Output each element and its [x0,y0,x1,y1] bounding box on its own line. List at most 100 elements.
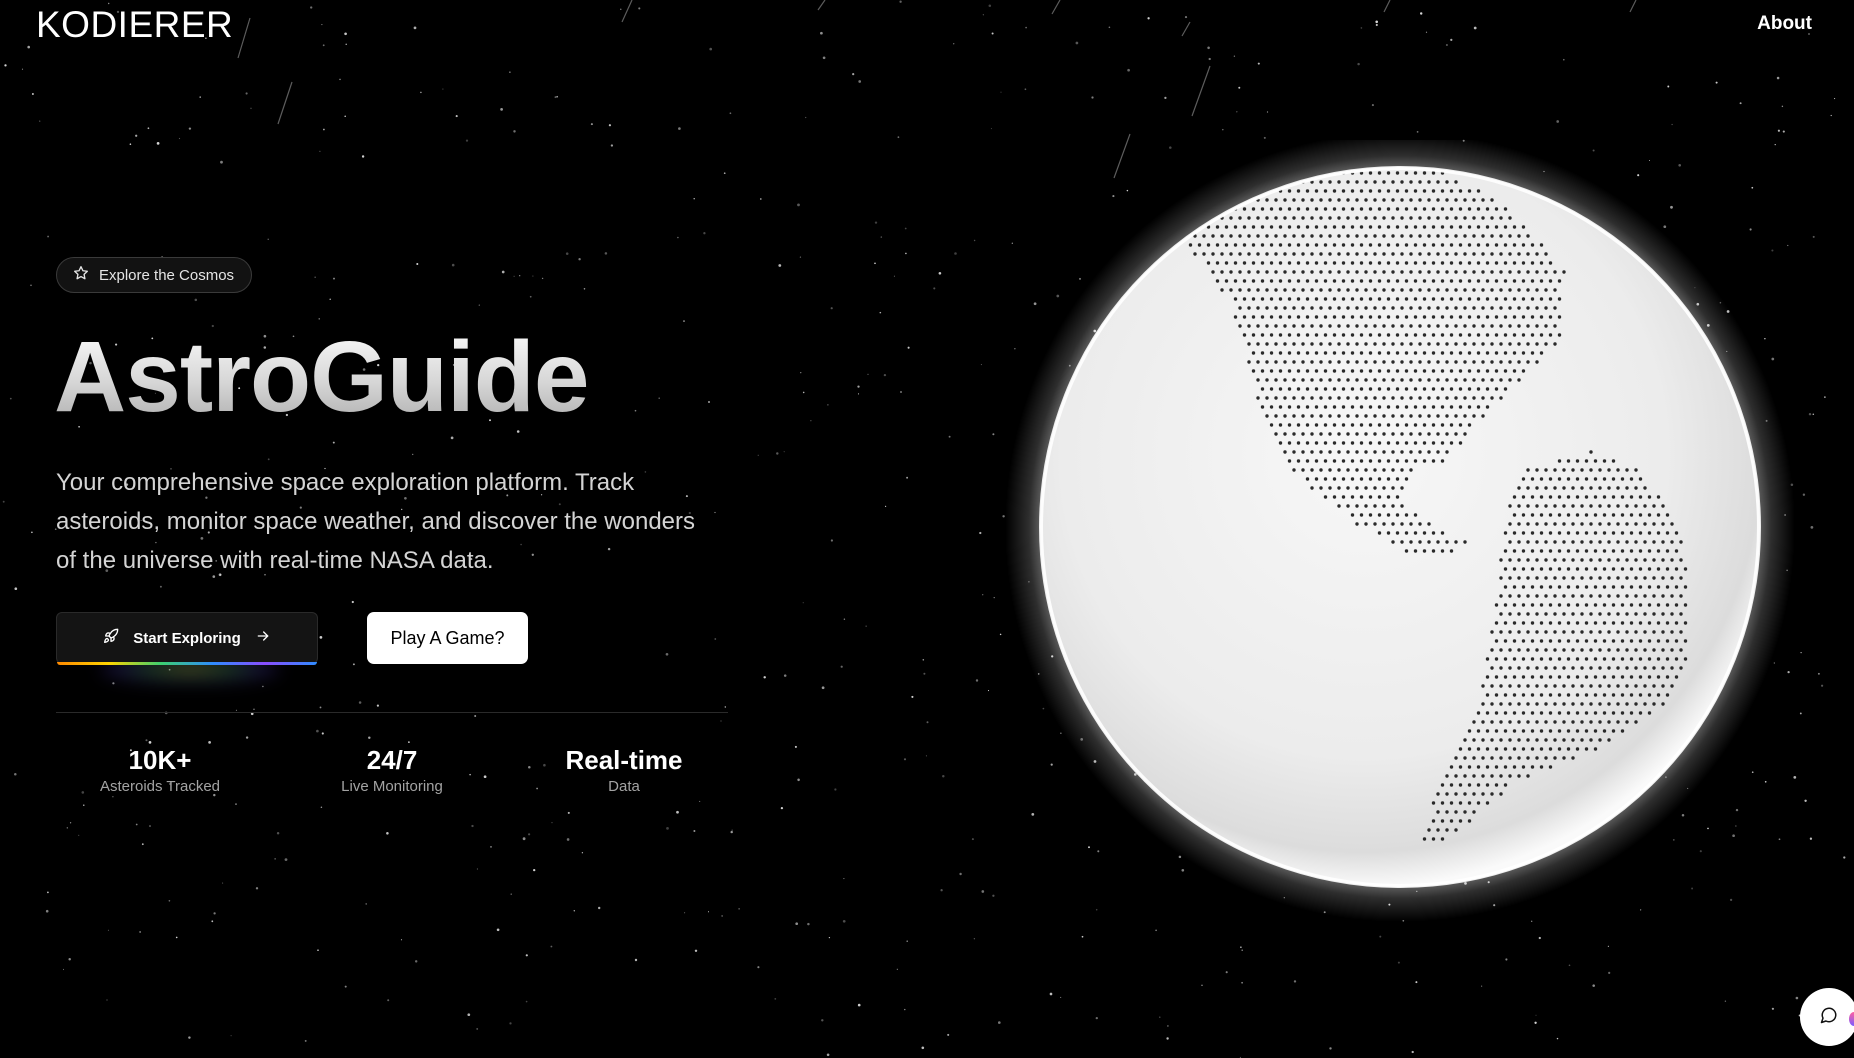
land-dot [1652,576,1656,580]
land-dot [1526,540,1530,544]
land-dot [1584,657,1589,661]
land-dot [1494,729,1499,733]
land-dot [1499,720,1503,724]
star [988,4,992,7]
star [474,715,477,717]
land-dot [1661,594,1665,598]
land-dot [1256,378,1260,382]
land-dot [1454,756,1458,760]
land-dot [1296,261,1301,265]
land-dot [1364,288,1368,292]
land-dot [1220,234,1224,238]
land-dot [1503,261,1508,265]
land-dot [1301,198,1305,202]
star [365,903,368,905]
land-dot [1400,252,1404,256]
land-dot [1355,450,1359,454]
land-dot [1301,378,1305,382]
land-dot [1454,828,1458,832]
land-dot [1445,774,1449,778]
land-dot [1445,414,1449,418]
land-dot [1350,243,1355,247]
land-dot [1476,405,1481,409]
star [1834,98,1836,100]
land-dot [1656,639,1661,643]
land-dot [1373,486,1377,490]
land-dot [1260,207,1265,211]
land-dot [1647,531,1652,535]
land-dot [1589,648,1593,652]
land-dot [1400,486,1404,490]
land-dot [1517,630,1521,634]
land-dot [1481,252,1485,256]
land-dot [1395,459,1400,463]
land-dot [1625,468,1629,472]
land-dot [1557,459,1562,463]
land-dot [1562,270,1566,274]
play-game-button[interactable]: Play A Game? [367,612,528,664]
land-dot [1562,612,1566,616]
star [467,1013,471,1017]
star [175,936,178,939]
land-dot [1656,693,1661,697]
land-dot [1598,720,1602,724]
start-exploring-button[interactable]: Start Exploring [56,612,318,665]
logo[interactable]: KODIERER [36,4,233,46]
land-dot [1427,180,1431,184]
land-dot [1643,702,1647,706]
land-dot [1548,513,1553,517]
land-dot [1643,504,1647,508]
land-dot [1449,549,1454,553]
land-dot [1544,630,1548,634]
land-dot [1301,432,1305,436]
star [904,227,907,230]
land-dot [1548,603,1553,607]
land-dot [1404,459,1409,463]
land-dot [1350,423,1355,427]
land-dot [1449,351,1454,355]
land-dot [1355,234,1359,238]
land-dot [1404,549,1409,553]
land-dot [1314,225,1319,229]
land-dot [1535,324,1539,328]
land-dot [1409,324,1413,328]
land-dot [1593,693,1598,697]
land-dot [1634,486,1638,490]
land-dot [1395,441,1400,445]
land-dot [1391,450,1395,454]
star [794,745,797,748]
land-dot [1400,540,1404,544]
meteor-streak [1051,0,1061,15]
star [250,107,252,110]
nav-about-link[interactable]: About [1757,13,1812,35]
land-dot [1400,306,1404,310]
land-dot [1400,378,1404,382]
land-dot [1274,360,1278,364]
star [731,829,733,831]
land-dot [1413,549,1418,553]
land-dot [1530,495,1535,499]
land-dot [1620,549,1625,553]
star [634,958,638,962]
land-dot [1517,666,1521,670]
land-dot [1431,441,1436,445]
land-dot [1544,702,1548,706]
land-dot [1332,189,1337,193]
land-dot [1449,297,1454,301]
chat-widget-button[interactable] [1800,988,1854,1046]
land-dot [1512,657,1517,661]
star [1830,114,1832,117]
land-dot [1544,648,1548,652]
land-dot [1526,522,1530,526]
star [455,115,458,118]
land-dot [1215,225,1220,229]
land-dot [1440,531,1445,535]
star [1534,1021,1537,1024]
land-dot [1544,288,1548,292]
land-dot [1314,315,1319,319]
globe-illustration[interactable] [1000,140,1800,940]
land-dot [1409,252,1413,256]
land-dot [1359,477,1364,481]
land-dot [1332,405,1337,409]
land-dot [1548,747,1553,751]
